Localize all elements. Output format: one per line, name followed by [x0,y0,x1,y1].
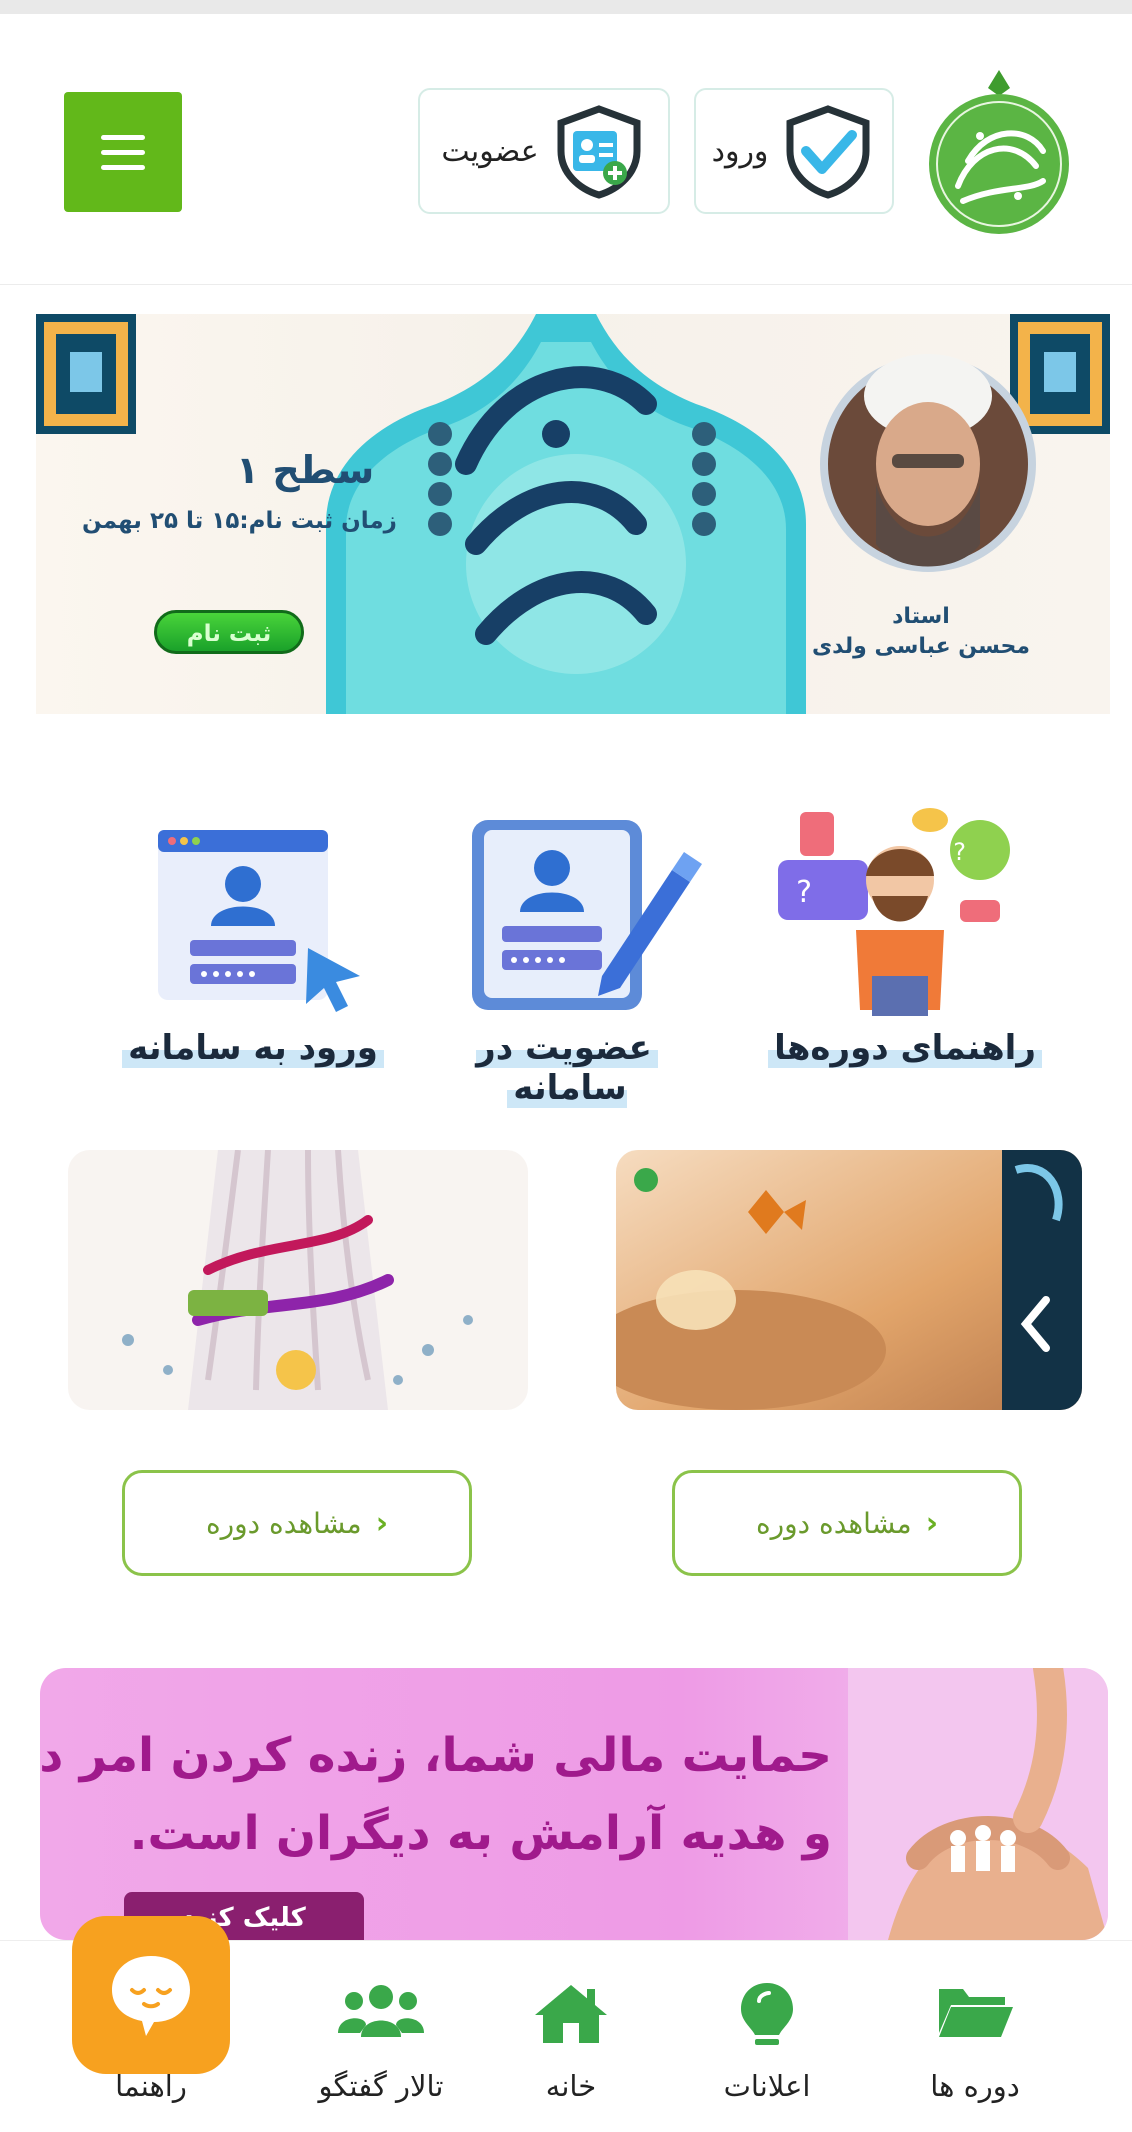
menu-bar [101,149,145,155]
site-header: ورود عضویت [0,14,1132,285]
view-course-label: مشاهده دوره [755,1506,912,1540]
menu-bar [101,134,145,140]
card-course-guide[interactable]: ? ?! راهنمای دوره‌ها [760,800,1050,1100]
register-form-icon [472,820,702,1010]
view-course-button[interactable]: ‹ مشاهده دوره [672,1470,1022,1576]
guide-character-icon: ? ?! [778,808,1010,1016]
view-course-button[interactable]: ‹ مشاهده دوره [122,1470,472,1576]
folder-icon [939,1989,1013,2037]
lightbulb-icon [741,1983,793,2045]
donation-line-1: حمایت مالی شما، زنده کردن امر دین [40,1728,832,1783]
hands-illustration [848,1668,1108,1940]
hero-banner[interactable]: سطح ۱ زمان ثبت نام:۱۵ تا ۲۵ بهمن ثبت نام… [36,314,1110,714]
shield-user-icon [557,105,641,199]
card-label: ورود به سامانه [122,1028,384,1068]
join-button[interactable]: عضویت [418,88,670,214]
banner-register-button[interactable]: ثبت نام [154,610,304,654]
corner-tile-left [36,314,136,434]
login-window-icon [158,830,360,1012]
join-label: عضویت [441,133,539,169]
teacher-title: استاد [892,604,950,629]
nav-label: اعلانات [723,2069,811,2103]
view-course-label: مشاهده دوره [205,1506,362,1540]
login-button[interactable]: ورود [694,88,894,214]
login-label: ورود [711,133,769,169]
nav-home[interactable]: خانه [476,1941,666,2132]
hamburger-menu-button[interactable] [64,92,182,212]
donation-banner[interactable]: حمایت مالی شما، زنده کردن امر دین و هدیه… [40,1668,1108,1940]
banner-level: سطح ۱ [236,448,375,492]
banner-teacher: استاد محسن عباسی ولدی [806,602,1036,662]
status-strip [0,0,1132,14]
nav-label: تالار گفتگو [318,2069,444,2103]
card-label: راهنمای دوره‌ها [768,1028,1042,1068]
feature-cards: ? ?! راهنمای دوره‌ها عضویت در سامانه [0,800,1132,1108]
nav-announcements[interactable]: اعلانات [672,1941,862,2132]
banner-registration-period: زمان ثبت نام:۱۵ تا ۲۵ بهمن [82,508,397,534]
nav-label: دوره ها [930,2069,1020,2103]
users-icon [338,1985,424,2037]
course-image-art [616,1150,1082,1410]
corner-tile-right [1010,314,1110,434]
nav-forum[interactable]: تالار گفتگو [286,1941,476,2132]
teacher-name: محسن عباسی ولدی [812,634,1030,659]
nav-label: خانه [545,2069,597,2103]
card-login[interactable]: ورود به سامانه [108,800,398,1100]
svg-text:?!: ?! [944,838,966,866]
chat-widget-button[interactable] [72,1916,230,2074]
chevron-left-icon: ‹ [925,1505,939,1541]
site-logo[interactable] [918,66,1080,236]
chevron-left-icon: ‹ [375,1505,389,1541]
course-image-ghesse[interactable] [616,1150,1082,1410]
chat-icon [112,1956,190,2036]
course-image-chelle[interactable] [68,1150,528,1410]
nav-label: راهنما [115,2069,187,2103]
card-label: عضویت در سامانه [476,1028,658,1108]
shield-check-icon [786,105,870,199]
menu-bar [101,164,145,170]
nav-courses[interactable]: دوره ها [880,1941,1070,2132]
card-register[interactable]: عضویت در سامانه [422,800,712,1108]
course-image-art [68,1150,528,1410]
svg-text:?: ? [796,875,812,910]
donation-line-2: و هدیه آرامش به دیگران است. [129,1806,832,1861]
home-icon [535,1985,607,2043]
